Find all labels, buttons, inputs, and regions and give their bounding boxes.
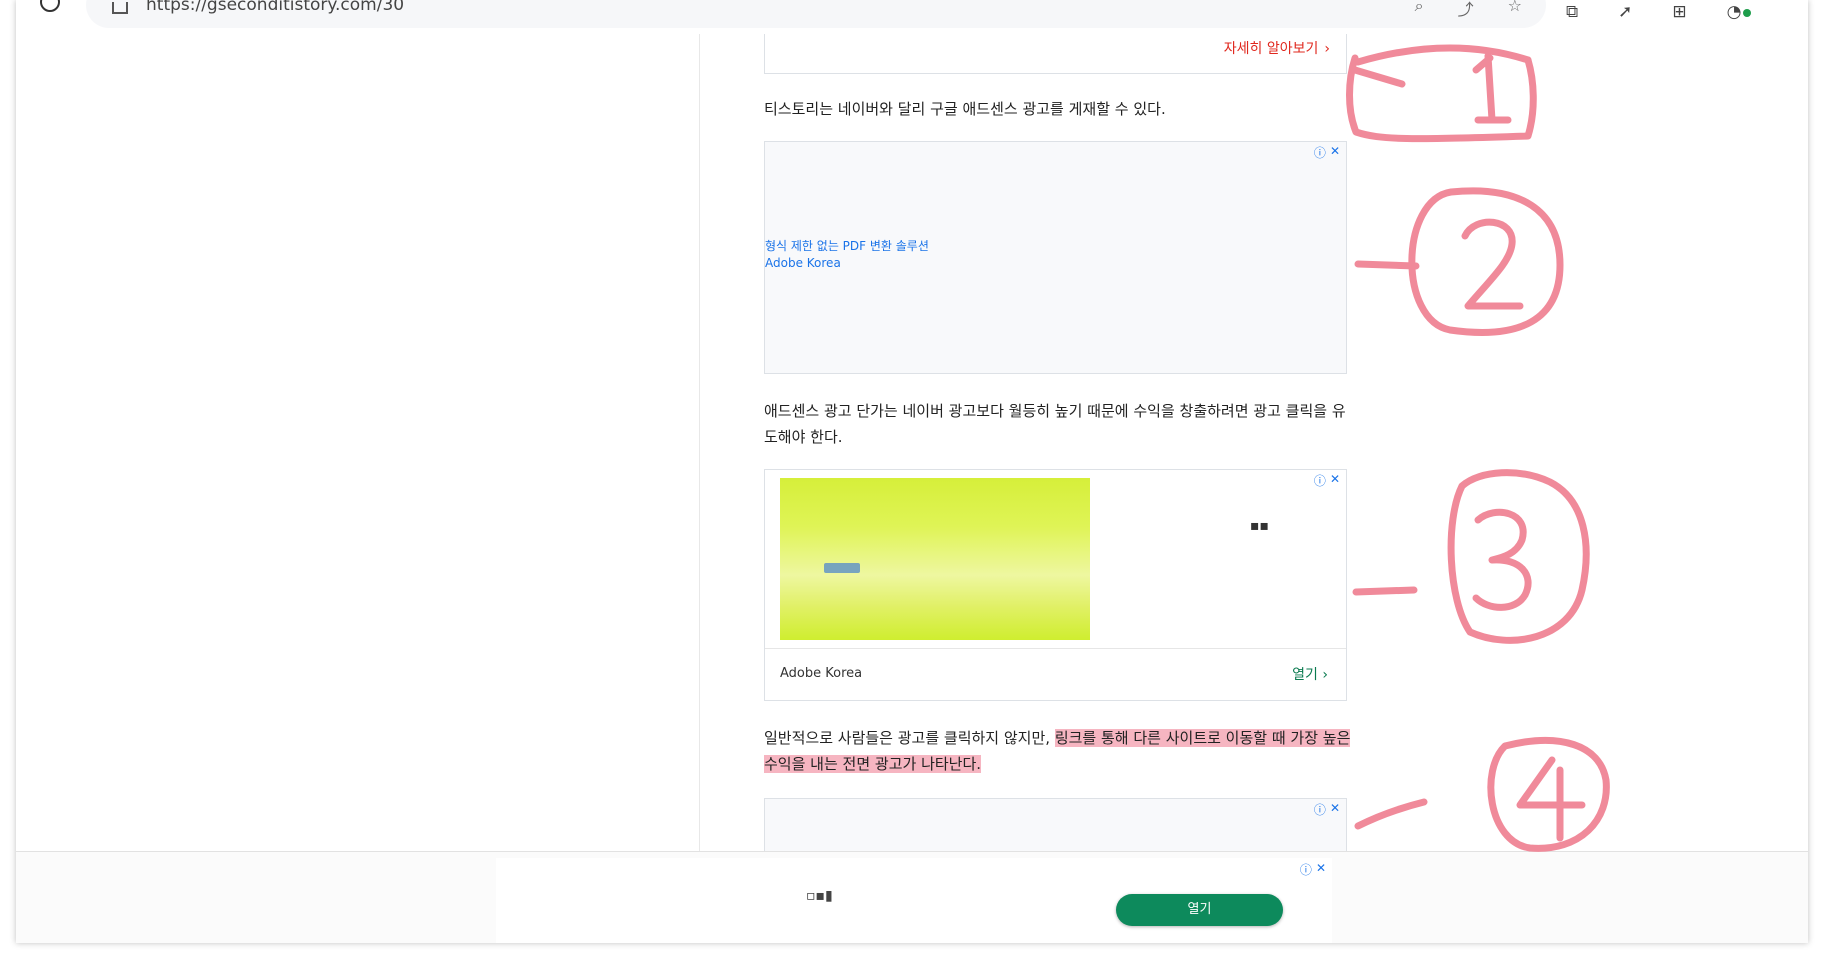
info-icon[interactable]: ⓘ bbox=[1300, 861, 1312, 878]
search-icon[interactable]: ⌕ bbox=[1415, 0, 1424, 20]
info-icon[interactable]: ⓘ bbox=[1314, 144, 1326, 161]
ad-text[interactable]: 형식 제한 없는 PDF 변환 솔루션 Adobe Korea bbox=[765, 238, 929, 272]
ad-brand: Adobe Korea bbox=[780, 666, 863, 681]
browser-window: https://gseconditistory.com/30 ⌕ ⤴ ☆ ⧉ ➚… bbox=[16, 0, 1808, 943]
ad-slot-3[interactable]: ⓘ ✕ ▪▪ Adobe Korea 열기 › bbox=[764, 469, 1347, 701]
ad-controls: ⓘ ✕ bbox=[1314, 472, 1340, 489]
ad-title[interactable]: 형식 제한 없는 PDF 변환 솔루션 bbox=[765, 238, 929, 255]
info-icon[interactable]: ⓘ bbox=[1314, 801, 1326, 818]
ad-open-label: 열기 bbox=[1292, 667, 1318, 683]
star-icon[interactable]: ☆ bbox=[1508, 0, 1522, 20]
article-paragraph-3: 일반적으로 사람들은 광고를 클릭하지 않지만, 링크를 통해 다른 사이트로 … bbox=[764, 725, 1354, 777]
bottom-anchor-ad-bar: ⓘ ✕ ▫▪▮ 열기 bbox=[16, 851, 1808, 943]
lock-icon bbox=[112, 2, 128, 14]
close-icon[interactable]: ✕ bbox=[1330, 801, 1340, 818]
learn-more-link[interactable]: 자세히 알아보기 › bbox=[1224, 38, 1330, 58]
send-icon[interactable]: ➚ bbox=[1618, 2, 1632, 22]
close-icon[interactable]: ✕ bbox=[1316, 861, 1326, 878]
reading-list-icon[interactable]: ⧉ bbox=[1566, 2, 1578, 22]
ad-slot-2[interactable]: ⓘ ✕ 형식 제한 없는 PDF 변환 솔루션 Adobe Korea bbox=[764, 141, 1347, 374]
ad-controls: ⓘ ✕ bbox=[1314, 144, 1340, 161]
page-content: 자세히 알아보기 › 티스토리는 네이버와 달리 구글 애드센스 광고를 게재할 … bbox=[16, 34, 1808, 860]
toolbar-icons: ⧉ ➚ ⊞ ◔ bbox=[1566, 2, 1752, 22]
reload-icon[interactable] bbox=[40, 0, 60, 12]
ad-small-graphic: ▪▪ bbox=[1250, 518, 1269, 534]
browser-toolbar: https://gseconditistory.com/30 ⌕ ⤴ ☆ ⧉ ➚… bbox=[16, 0, 1808, 35]
translate-icon[interactable]: ⤴ bbox=[1458, 0, 1474, 20]
close-icon[interactable]: ✕ bbox=[1330, 144, 1340, 161]
ad-slot-1[interactable]: 자세히 알아보기 › bbox=[764, 34, 1347, 74]
chevron-right-icon: › bbox=[1322, 667, 1328, 683]
info-icon[interactable]: ⓘ bbox=[1314, 472, 1326, 489]
learn-more-label: 자세히 알아보기 bbox=[1223, 41, 1319, 57]
article-paragraph-1: 티스토리는 네이버와 달리 구글 애드센스 광고를 게재할 수 있다. bbox=[764, 100, 1166, 118]
ad-image-detail bbox=[824, 563, 860, 573]
close-icon[interactable]: ✕ bbox=[1330, 472, 1340, 489]
ad-small-graphic: ▫▪▮ bbox=[806, 888, 833, 904]
article-paragraph-2: 애드센스 광고 단가는 네이버 광고보다 월등히 높기 때문에 수익을 창출하려… bbox=[764, 402, 1346, 446]
ad-controls: ⓘ ✕ bbox=[1314, 801, 1340, 818]
ad-open-button[interactable]: 열기 › bbox=[1292, 664, 1328, 684]
bottom-ad-open-button[interactable]: 열기 bbox=[1116, 894, 1283, 926]
ad-image[interactable] bbox=[780, 478, 1090, 640]
extensions-icon[interactable]: ⊞ bbox=[1672, 2, 1686, 22]
bottom-anchor-ad[interactable]: ⓘ ✕ ▫▪▮ 열기 bbox=[496, 858, 1332, 943]
url-text[interactable]: https://gseconditistory.com/30 bbox=[146, 0, 404, 15]
chevron-right-icon: › bbox=[1324, 41, 1330, 57]
ad-controls: ⓘ ✕ bbox=[1300, 861, 1326, 878]
ad-brand[interactable]: Adobe Korea bbox=[765, 255, 929, 272]
address-bar[interactable]: https://gseconditistory.com/30 ⌕ ⤴ ☆ bbox=[86, 0, 1546, 28]
ad-footer[interactable]: Adobe Korea 열기 › bbox=[765, 648, 1346, 700]
paragraph-plain-text: 일반적으로 사람들은 광고를 클릭하지 않지만, bbox=[764, 729, 1055, 747]
profile-icon[interactable]: ◔ bbox=[1727, 2, 1752, 22]
address-bar-icons: ⌕ ⤴ ☆ bbox=[1415, 0, 1522, 20]
column-divider bbox=[699, 34, 700, 851]
